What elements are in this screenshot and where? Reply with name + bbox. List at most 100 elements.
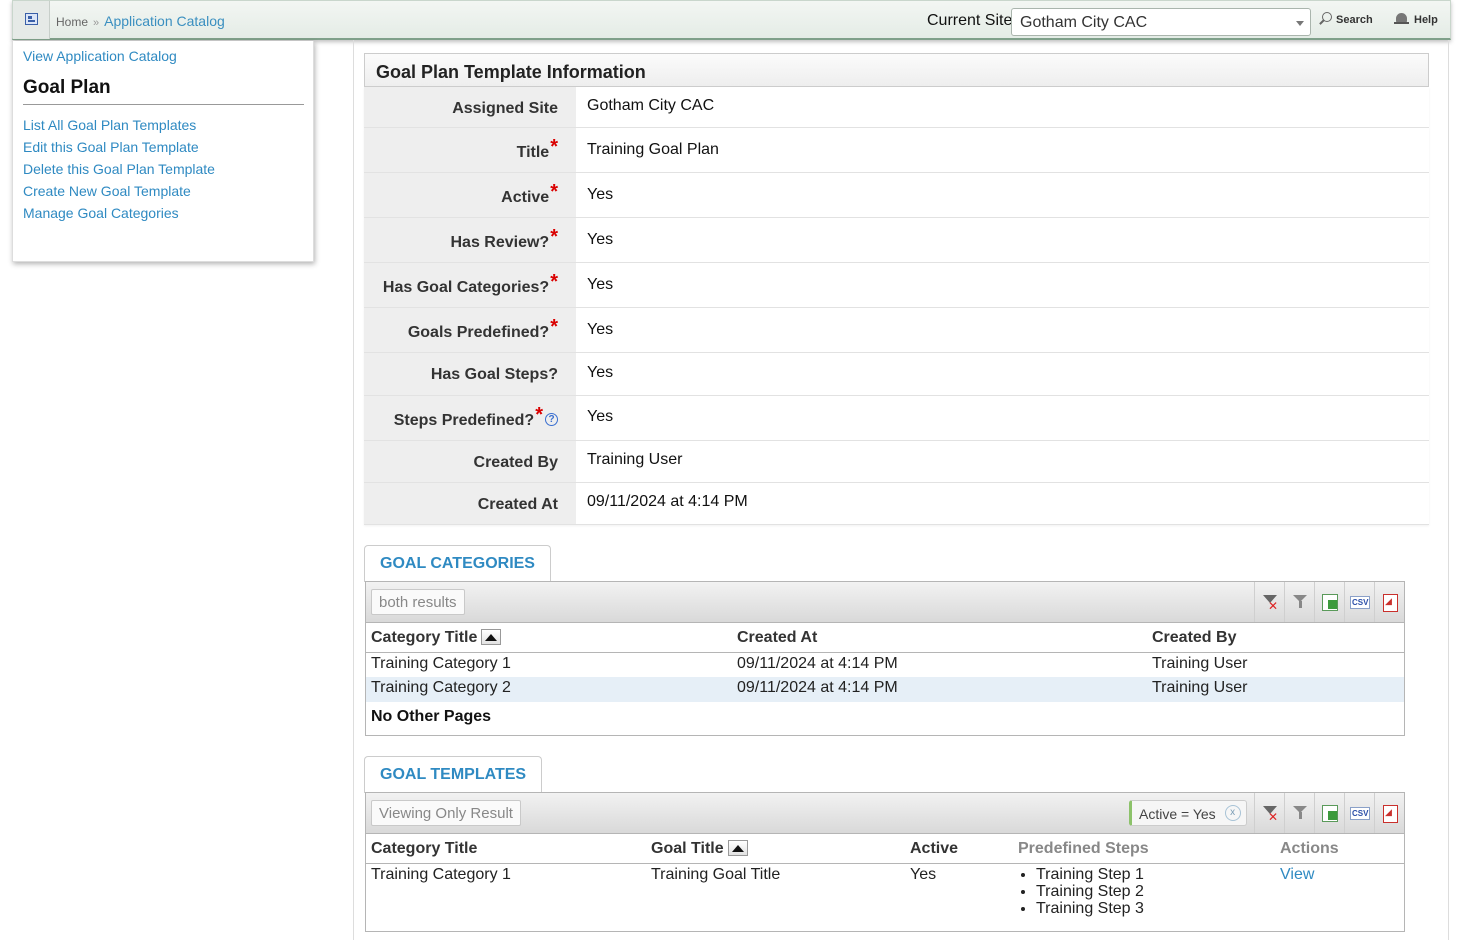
table-header-row: Category Title Created At Created By — [366, 623, 1404, 653]
info-row-goals-predefined: Goals Predefined?* Yes — [364, 308, 1429, 353]
goal-plan-info-panel: Goal Plan Template Information Assigned … — [364, 53, 1429, 525]
result-count-tag: both results — [371, 589, 465, 615]
help-button[interactable]: Help — [1394, 12, 1438, 26]
export-excel-icon[interactable] — [1314, 582, 1344, 622]
grid-toolbar: both results — [366, 582, 1404, 623]
info-value: Training User — [576, 441, 1429, 482]
sort-ascending-icon[interactable] — [481, 629, 502, 646]
info-value: Training Goal Plan — [576, 128, 1429, 172]
remove-filter-icon[interactable]: x — [1224, 805, 1241, 821]
column-header-goal-title[interactable]: Goal Title — [646, 834, 905, 864]
list-item: Training Step 3 — [1036, 900, 1270, 917]
list-item: Training Step 2 — [1036, 883, 1270, 900]
info-value: 09/11/2024 at 4:14 PM — [576, 483, 1429, 524]
cell-goal-title: Training Goal Title — [651, 865, 781, 883]
current-site-value: Gotham City CAC — [1020, 14, 1148, 31]
current-site-label: Current Site — [927, 12, 1013, 29]
breadcrumb-home[interactable]: Home — [56, 15, 88, 29]
info-label: Steps Predefined?*? — [364, 396, 576, 440]
info-value: Yes — [576, 218, 1429, 262]
info-label: Has Goal Categories?* — [364, 263, 576, 307]
chevron-down-icon — [1296, 21, 1304, 26]
tab-goal-categories[interactable]: GOAL CATEGORIES — [364, 545, 551, 582]
create-new-goal-template-link[interactable]: Create New Goal Template — [23, 183, 215, 205]
column-header-category-title[interactable]: Category Title — [366, 834, 646, 864]
sidebar: View Application Catalog Goal Plan List … — [12, 41, 314, 262]
export-excel-icon[interactable] — [1314, 793, 1344, 833]
cell-predefined-steps: Training Step 1 Training Step 2 Training… — [1013, 863, 1275, 919]
help-label: Help — [1414, 14, 1438, 26]
manage-goal-categories-link[interactable]: Manage Goal Categories — [23, 205, 215, 227]
required-marker: * — [550, 136, 558, 158]
app-menu-icon — [25, 13, 38, 25]
info-row-created-by: Created By Training User — [364, 441, 1429, 483]
required-marker: * — [550, 226, 558, 248]
info-label: Active* — [364, 173, 576, 217]
active-filter-chip[interactable]: Active = Yes x — [1129, 800, 1247, 826]
filter-icon[interactable] — [1284, 582, 1314, 622]
info-row-has-goal-categories: Has Goal Categories?* Yes — [364, 263, 1429, 308]
delete-goal-plan-template-link[interactable]: Delete this Goal Plan Template — [23, 161, 215, 183]
cell-actions: View — [1275, 863, 1404, 919]
info-label: Has Review?* — [364, 218, 576, 262]
cell-category-title: Training Category 1 — [371, 865, 511, 883]
edit-goal-plan-template-link[interactable]: Edit this Goal Plan Template — [23, 139, 215, 161]
list-all-goal-plan-templates-link[interactable]: List All Goal Plan Templates — [23, 117, 215, 139]
cell-active: Yes — [910, 865, 937, 883]
info-row-has-goal-steps: Has Goal Steps? Yes — [364, 353, 1429, 396]
table-row: Training Category 2 09/11/2024 at 4:14 P… — [366, 677, 1404, 702]
info-row-active: Active* Yes — [364, 173, 1429, 218]
info-row-assigned-site: Assigned Site Gotham City CAC — [364, 87, 1429, 128]
required-marker: * — [550, 181, 558, 203]
column-header-created-at[interactable]: Created At — [732, 623, 1147, 653]
breadcrumb-application-catalog[interactable]: Application Catalog — [104, 13, 225, 29]
pagination-status: No Other Pages — [371, 708, 492, 725]
info-value: Yes — [576, 396, 1429, 440]
info-row-steps-predefined: Steps Predefined?*? Yes — [364, 396, 1429, 441]
column-header-active[interactable]: Active — [905, 834, 1013, 864]
info-label: Assigned Site — [364, 87, 576, 127]
search-button[interactable]: Search — [1318, 12, 1373, 26]
cell-created-at: 09/11/2024 at 4:14 PM — [737, 654, 898, 672]
info-value: Yes — [576, 353, 1429, 395]
info-value: Yes — [576, 308, 1429, 352]
info-value: Yes — [576, 263, 1429, 307]
cell-category-title: Training Category 1 — [371, 654, 511, 672]
goal-templates-table: Category Title Goal Title Active Predefi… — [366, 834, 1404, 919]
goal-categories-table: Category Title Created At Created By Tra… — [366, 623, 1404, 702]
info-row-created-at: Created At 09/11/2024 at 4:14 PM — [364, 483, 1429, 525]
clear-filter-icon[interactable] — [1254, 793, 1284, 833]
app-menu-button[interactable] — [13, 1, 50, 39]
export-pdf-icon[interactable] — [1374, 793, 1404, 833]
export-pdf-icon[interactable] — [1374, 582, 1404, 622]
result-count-tag: Viewing Only Result — [371, 800, 521, 826]
sort-ascending-icon[interactable] — [727, 840, 748, 857]
cell-created-at: 09/11/2024 at 4:14 PM — [732, 677, 1147, 702]
required-marker: * — [550, 271, 558, 293]
clear-filter-icon[interactable] — [1254, 582, 1284, 622]
tab-goal-templates[interactable]: GOAL TEMPLATES — [364, 756, 542, 793]
column-header-category-title[interactable]: Category Title — [366, 623, 732, 653]
sidebar-links: List All Goal Plan Templates Edit this G… — [23, 117, 215, 227]
top-bar: Home » Application Catalog Current Site Go… — [12, 0, 1451, 40]
sidebar-heading: Goal Plan — [23, 77, 111, 98]
export-csv-icon[interactable] — [1344, 793, 1374, 833]
filter-icon[interactable] — [1284, 793, 1314, 833]
cell-created-by: Training User — [1147, 677, 1404, 702]
export-csv-icon[interactable] — [1344, 582, 1374, 622]
view-link[interactable]: View — [1280, 866, 1314, 883]
help-bell-icon — [1394, 12, 1409, 25]
table-row: Training Category 1 09/11/2024 at 4:14 P… — [366, 652, 1404, 677]
info-value: Yes — [576, 173, 1429, 217]
grid-tools — [1254, 793, 1404, 833]
view-application-catalog-link[interactable]: View Application Catalog — [23, 48, 177, 64]
filter-chip-label: Active = Yes — [1139, 806, 1216, 822]
steps-list: Training Step 1 Training Step 2 Training… — [1018, 866, 1270, 917]
column-header-created-by[interactable]: Created By — [1147, 623, 1404, 653]
help-question-icon[interactable]: ? — [545, 413, 558, 426]
grid-tools — [1254, 582, 1404, 622]
info-panel-title: Goal Plan Template Information — [364, 53, 1429, 87]
current-site-select[interactable]: Gotham City CAC — [1011, 8, 1311, 36]
cell-category-title: Training Category 2 — [366, 677, 732, 702]
column-header-predefined-steps: Predefined Steps — [1013, 834, 1275, 864]
